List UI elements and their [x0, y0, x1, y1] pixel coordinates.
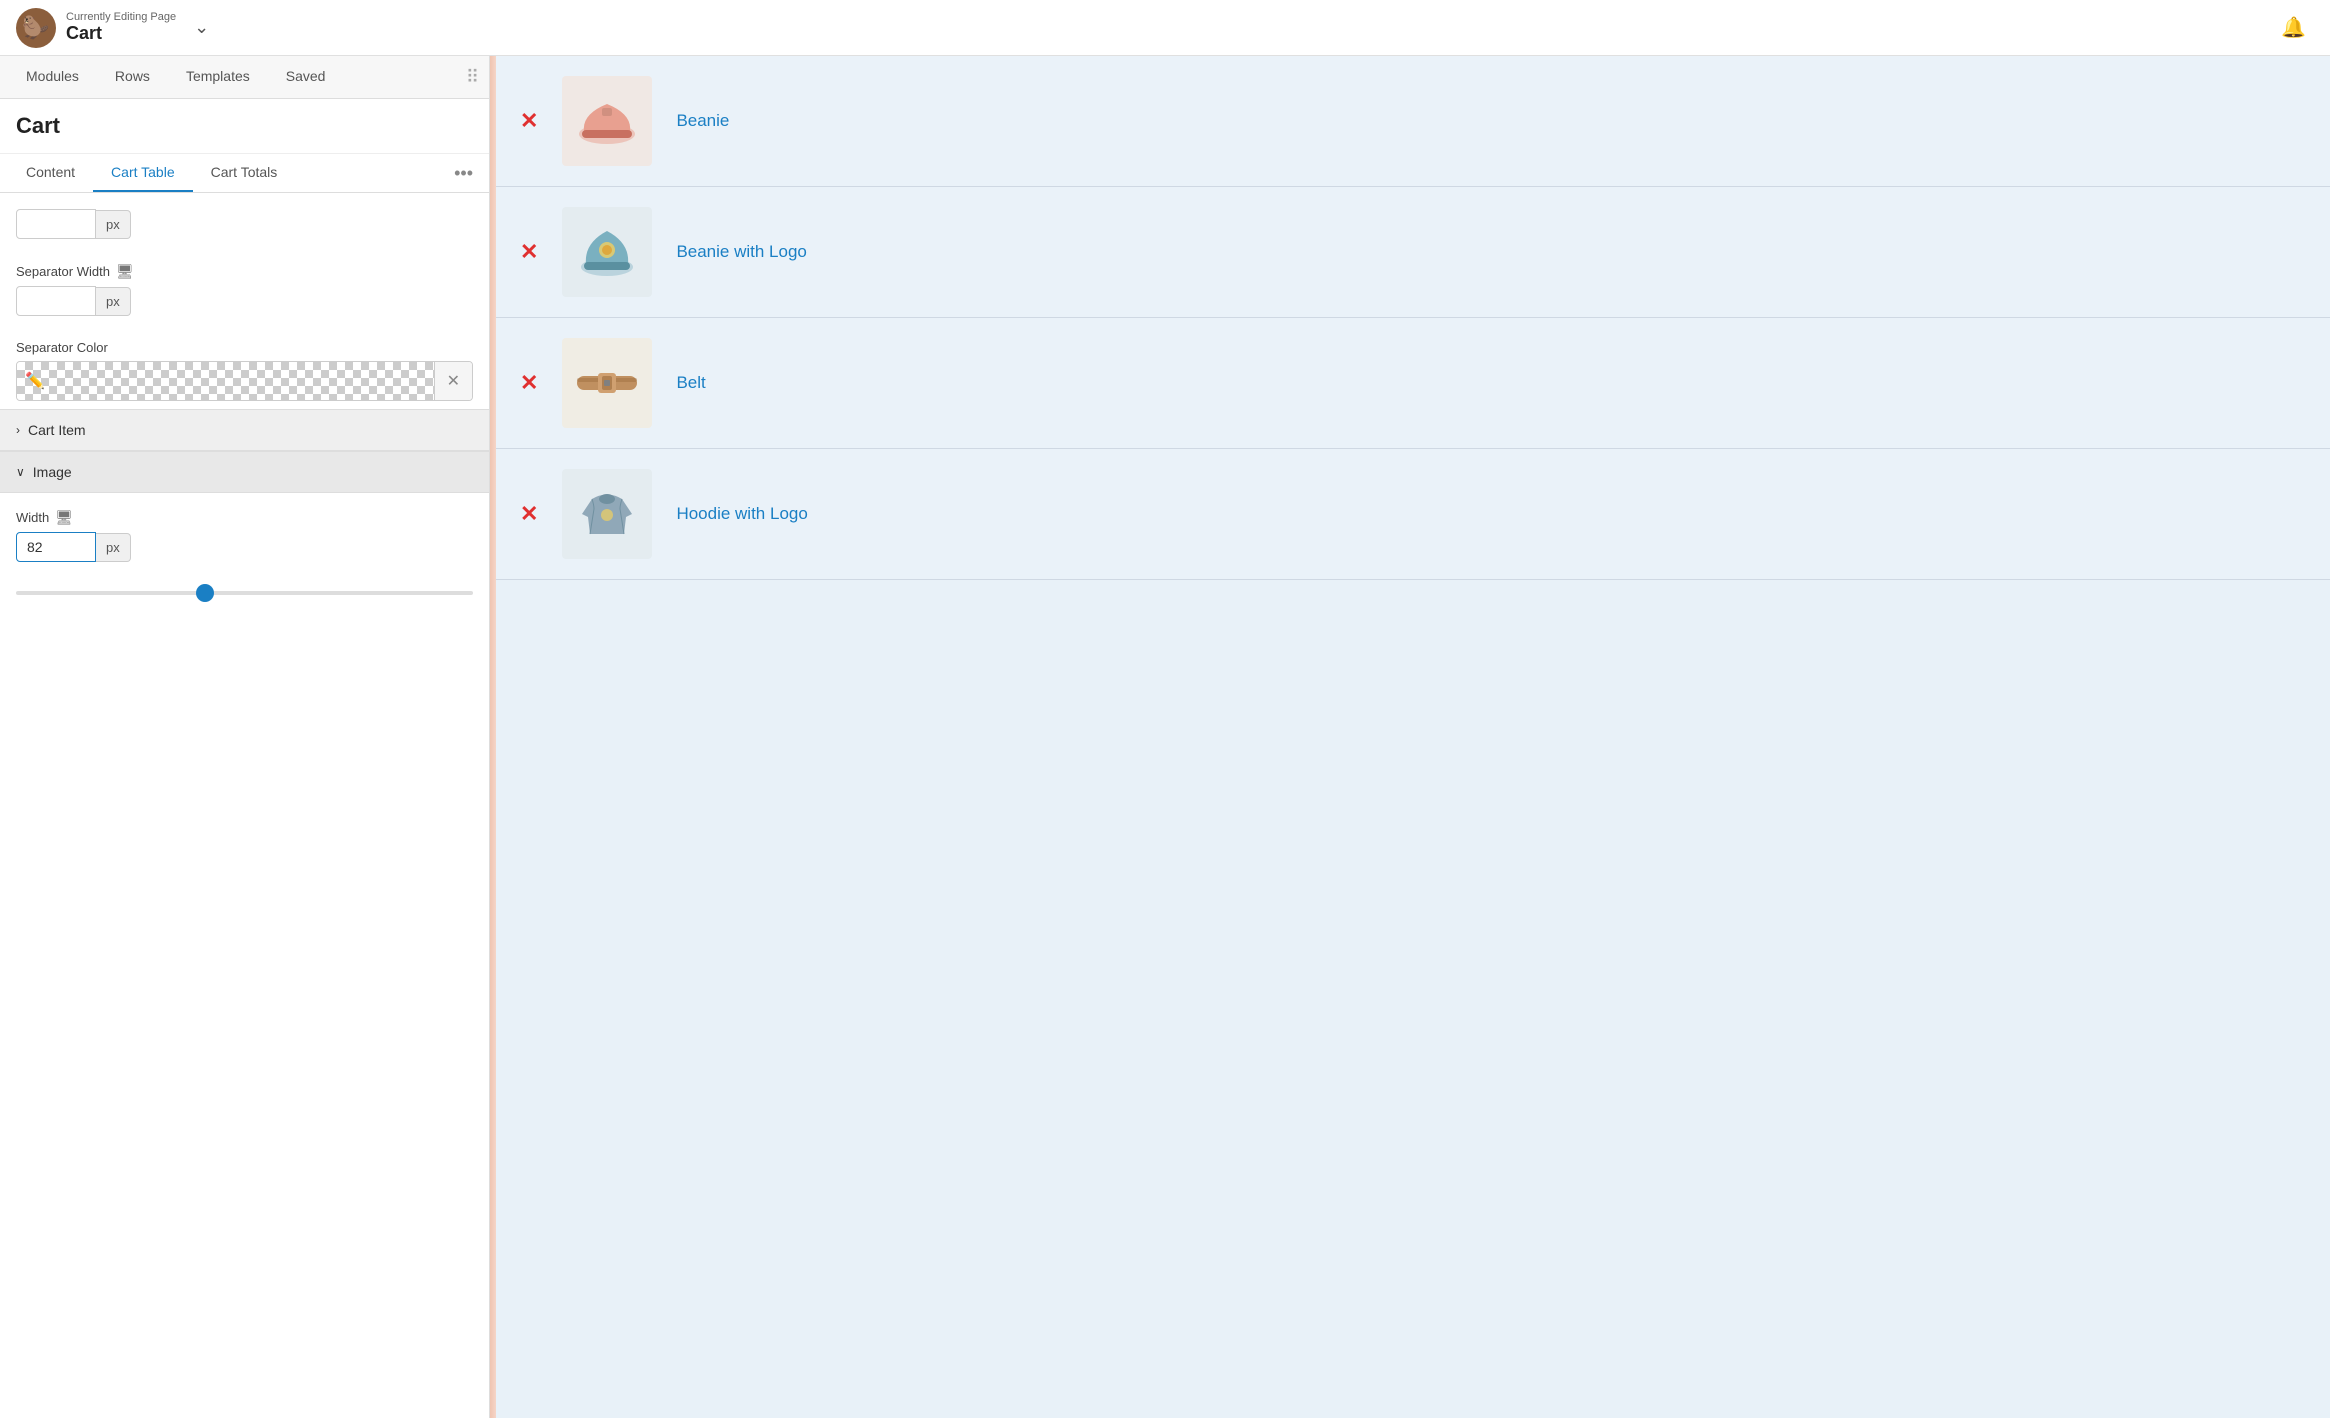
- beanie-logo-name: Beanie with Logo: [676, 242, 806, 262]
- separator-color-label: Separator Color: [16, 340, 473, 355]
- page-dropdown-button[interactable]: ⌄: [186, 13, 217, 42]
- color-checker-bg: ✏️: [17, 362, 434, 400]
- section-title: Cart: [0, 99, 489, 154]
- monitor-icon: 🖥: [116, 263, 134, 280]
- left-panel: Modules Rows Templates Saved ⠿ Cart Cont…: [0, 56, 490, 1418]
- cart-item-row-belt: ✕ Belt: [496, 318, 2330, 449]
- width-field-group: Width 🖥 px: [0, 493, 489, 570]
- header-title-group: Currently Editing Page Cart: [66, 11, 176, 44]
- sub-tab-cart-totals[interactable]: Cart Totals: [193, 154, 296, 192]
- separator-width-input-row: px: [16, 286, 473, 316]
- editing-label: Currently Editing Page: [66, 11, 176, 23]
- top-px-input[interactable]: [16, 209, 96, 239]
- width-input-row: px: [16, 532, 473, 562]
- more-options-button[interactable]: •••: [446, 159, 481, 188]
- width-slider[interactable]: [16, 591, 473, 595]
- width-input[interactable]: [16, 532, 96, 562]
- drag-handle[interactable]: ⠿: [466, 56, 481, 98]
- width-label: Width 🖥: [16, 509, 473, 526]
- cart-item-row-beanie-logo: ✕ Beanie with Logo: [496, 187, 2330, 318]
- right-panel: ✕ Beanie ✕: [496, 56, 2330, 1418]
- remove-beanie-button[interactable]: ✕: [520, 108, 538, 134]
- tab-rows[interactable]: Rows: [97, 56, 168, 98]
- eyedropper-button[interactable]: ✏️: [25, 371, 45, 391]
- header-left: 🦫 Currently Editing Page Cart ⌄: [16, 8, 217, 48]
- cart-item-row-hoodie: ✕ Hoodie with Logo: [496, 449, 2330, 580]
- belt-image: [562, 338, 652, 428]
- top-px-input-row: px: [16, 209, 473, 239]
- remove-beanie-logo-button[interactable]: ✕: [520, 239, 538, 265]
- main-area: Modules Rows Templates Saved ⠿ Cart Cont…: [0, 56, 2330, 1418]
- tab-saved[interactable]: Saved: [268, 56, 344, 98]
- beanie-image: [562, 76, 652, 166]
- drag-dots-icon: ⠿: [466, 67, 481, 88]
- top-px-field-group: px: [0, 193, 489, 247]
- logo-icon: 🦫: [16, 8, 56, 48]
- tab-modules[interactable]: Modules: [8, 56, 97, 98]
- width-unit: px: [96, 533, 131, 562]
- cart-item-accordion[interactable]: › Cart Item: [0, 409, 489, 451]
- color-clear-button[interactable]: ✕: [434, 362, 472, 400]
- beanie-logo-image: [562, 207, 652, 297]
- hoodie-logo-name: Hoodie with Logo: [676, 504, 807, 524]
- remove-hoodie-button[interactable]: ✕: [520, 501, 538, 527]
- sub-tab-cart-table[interactable]: Cart Table: [93, 154, 193, 192]
- sub-tab-content[interactable]: Content: [8, 154, 93, 192]
- separator-width-group: Separator Width 🖥 px: [0, 247, 489, 324]
- width-monitor-icon: 🖥: [55, 509, 73, 526]
- beanie-name: Beanie: [676, 111, 729, 131]
- cart-item-label: Cart Item: [28, 422, 86, 438]
- panel-content: px Separator Width 🖥 px Separator Color: [0, 193, 489, 1418]
- separator-color-group: Separator Color ✏️ ✕: [0, 324, 489, 409]
- color-picker-row[interactable]: ✏️ ✕: [16, 361, 473, 401]
- notification-bell-button[interactable]: 🔔: [2273, 11, 2314, 44]
- separator-width-unit: px: [96, 287, 131, 316]
- cart-item-chevron-icon: ›: [16, 423, 20, 437]
- separator-width-input[interactable]: [16, 286, 96, 316]
- top-tab-bar: Modules Rows Templates Saved ⠿: [0, 56, 489, 99]
- hoodie-image: [562, 469, 652, 559]
- tab-templates[interactable]: Templates: [168, 56, 268, 98]
- image-chevron-icon: ∨: [16, 465, 25, 479]
- top-px-unit: px: [96, 210, 131, 239]
- sub-tab-bar: Content Cart Table Cart Totals •••: [0, 154, 489, 193]
- image-accordion[interactable]: ∨ Image: [0, 451, 489, 493]
- cart-item-row-beanie: ✕ Beanie: [496, 56, 2330, 187]
- separator-width-label: Separator Width 🖥: [16, 263, 473, 280]
- top-header: 🦫 Currently Editing Page Cart ⌄ 🔔: [0, 0, 2330, 56]
- belt-name: Belt: [676, 373, 705, 393]
- image-label: Image: [33, 464, 72, 480]
- slider-row: [0, 570, 489, 610]
- page-title: Cart: [66, 23, 176, 44]
- remove-belt-button[interactable]: ✕: [520, 370, 538, 396]
